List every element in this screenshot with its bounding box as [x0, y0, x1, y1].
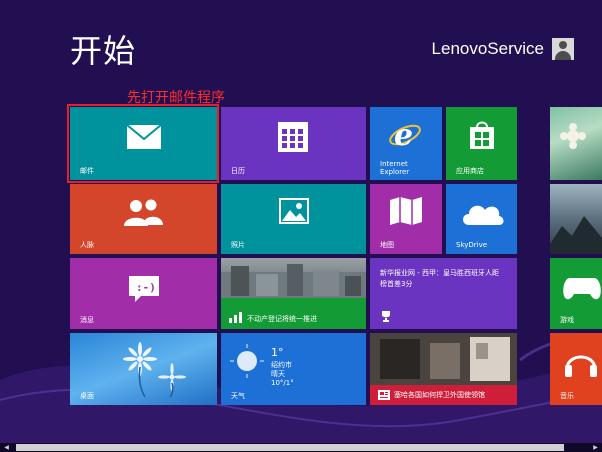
start-title: 开始 [70, 32, 137, 70]
avatar[interactable] [552, 38, 574, 60]
tile-skydrive[interactable]: SkyDrive [446, 184, 517, 254]
tile-people-label: 人脉 [80, 241, 94, 249]
scrollbar-thumb[interactable] [16, 444, 564, 451]
tile-people[interactable]: 人脉 [70, 184, 217, 254]
wallpaper-flowers [123, 342, 186, 397]
tile-photos-label: 照片 [231, 241, 245, 249]
tile-weather[interactable]: 1° 绍约市 晴天 10°/1° 天气 [221, 333, 366, 405]
city-photo [221, 264, 366, 298]
news-photo [370, 333, 517, 385]
user-account[interactable]: LenovoService [432, 36, 574, 62]
tile-skydrive-label: SkyDrive [456, 241, 488, 249]
headphones-icon [565, 355, 597, 377]
tile-internet-explorer[interactable]: e Internet Explorer [370, 107, 442, 180]
tile-news[interactable]: 塞哈各国如何捍卫外国使领馆 [370, 333, 517, 405]
tile-desktop[interactable]: 桌面 [70, 333, 217, 405]
weather-details: 绍约市 晴天 10°/1° [271, 361, 294, 388]
tile-mail[interactable]: 邮件 [70, 107, 217, 180]
tile-news-label: 塞哈各国如何捍卫外国使领馆 [394, 391, 485, 399]
horizontal-scrollbar[interactable]: ◀ ▶ [0, 443, 602, 452]
sports-headline: 新华报业网 - 西甲：皇马胜西班牙人距 榜首差3分 [380, 268, 510, 290]
tile-games[interactable]: 游戏 [550, 258, 602, 329]
tile-sports[interactable]: 新华报业网 - 西甲：皇马胜西班牙人距 榜首差3分 [370, 258, 517, 329]
weather-range: 10°/1° [271, 379, 294, 387]
sports-headline-line2: 榜首差3分 [380, 280, 413, 288]
calendar-icon [278, 122, 308, 152]
tile-ie-label-line1: Internet [380, 160, 408, 168]
messaging-icon: :-) [129, 276, 159, 302]
people-icon [124, 199, 163, 226]
landscape-icon [550, 216, 602, 254]
news-icon [378, 390, 390, 400]
flower-icon [560, 123, 586, 149]
tile-photo-preview-top[interactable] [550, 107, 602, 180]
svg-text:e: e [394, 119, 413, 151]
tile-store-label: 应用商店 [456, 167, 484, 175]
tile-music[interactable]: 音乐 [550, 333, 602, 405]
trophy-icon [382, 311, 390, 322]
tile-photos[interactable]: 照片 [221, 184, 366, 254]
maps-icon [390, 197, 422, 225]
photos-icon [279, 198, 309, 224]
tile-games-label: 游戏 [560, 316, 574, 324]
tile-weather-label: 天气 [231, 392, 245, 400]
store-icon [470, 121, 494, 149]
tile-messaging[interactable]: :-) 消息 [70, 258, 217, 329]
tile-desktop-label: 桌面 [80, 392, 94, 400]
svg-text::-): :-) [136, 281, 156, 294]
instruction-annotation: 先打开邮件程序 [127, 90, 225, 106]
tile-calendar[interactable]: 日历 [221, 107, 366, 180]
tile-music-label: 音乐 [560, 392, 574, 400]
sports-headline-line1: 新华报业网 - 西甲：皇马胜西班牙人距 [380, 269, 499, 277]
tile-messaging-label: 消息 [80, 316, 94, 324]
scroll-right-arrow[interactable]: ▶ [591, 443, 600, 452]
sun-icon [230, 344, 264, 378]
tile-maps-label: 地图 [380, 241, 394, 249]
weather-condition: 晴天 [271, 370, 285, 378]
weather-temperature: 1° [271, 346, 284, 359]
tile-maps[interactable]: 地图 [370, 184, 442, 254]
tile-calendar-label: 日历 [231, 167, 245, 175]
tile-finance[interactable]: 不动产登记将统一推进 [221, 258, 366, 329]
tile-store[interactable]: 应用商店 [446, 107, 517, 180]
tile-mail-label: 邮件 [80, 167, 94, 175]
tile-ie-label-line2: Explorer [380, 168, 410, 176]
user-name: LenovoService [431, 39, 544, 58]
tile-ie-label: Internet Explorer [380, 160, 409, 176]
chart-icon [229, 312, 242, 323]
tile-photo-preview-mid[interactable] [550, 184, 602, 254]
cloud-icon [463, 205, 504, 225]
weather-city: 绍约市 [271, 361, 292, 369]
controller-icon [563, 278, 601, 300]
tile-finance-label: 不动产登记将统一推进 [247, 315, 317, 323]
scroll-left-arrow[interactable]: ◀ [2, 443, 11, 452]
internet-explorer-icon: e [389, 119, 421, 151]
mail-icon [127, 125, 161, 149]
